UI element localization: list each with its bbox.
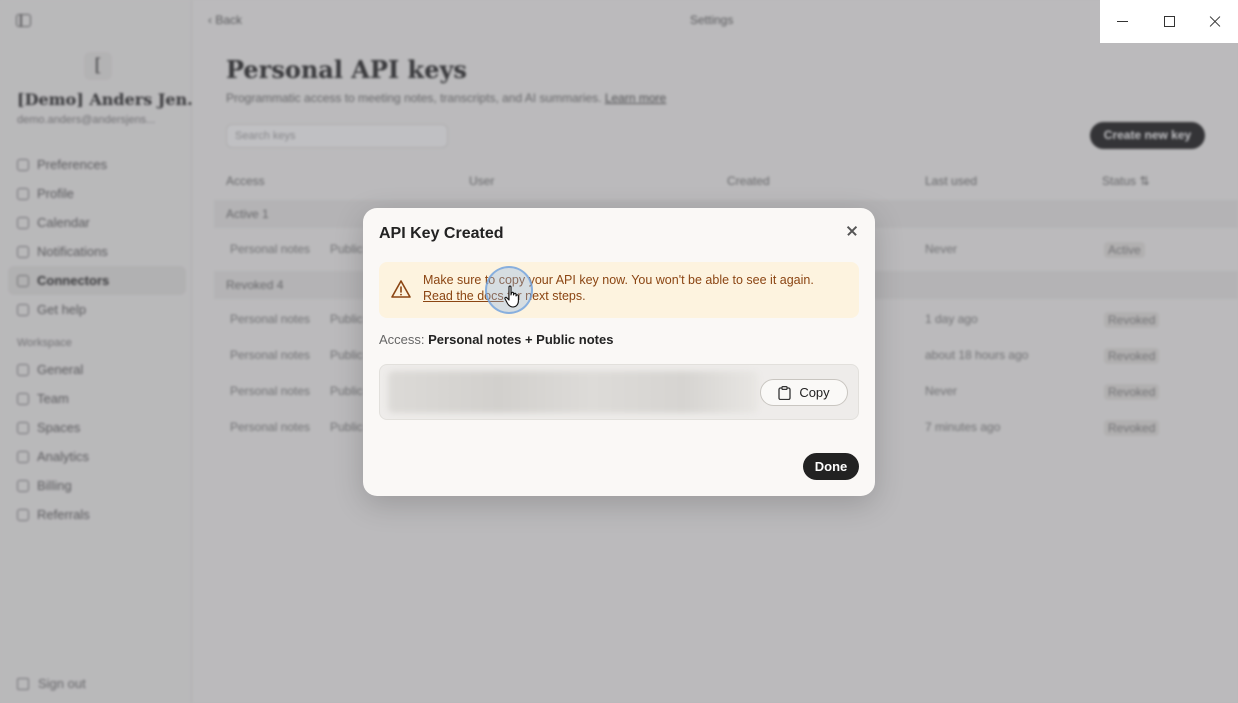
window-controls (1100, 0, 1238, 43)
warning-icon (391, 280, 411, 298)
clipboard-icon (778, 385, 791, 400)
maximize-icon[interactable] (1146, 0, 1192, 43)
copy-label: Copy (799, 385, 830, 400)
warning-banner: Make sure to copy your API key now. You … (379, 262, 859, 318)
minimize-icon[interactable] (1100, 0, 1146, 43)
hand-pointer-icon (504, 285, 519, 308)
close-icon[interactable] (843, 222, 861, 240)
access-label: Access: (379, 332, 425, 347)
done-button[interactable]: Done (803, 453, 859, 480)
copy-button[interactable]: Copy (760, 379, 848, 406)
warning-message: Make sure to copy your API key now. You … (423, 273, 814, 287)
warning-text: Make sure to copy your API key now. You … (423, 272, 814, 304)
api-key-field[interactable]: Copy (379, 364, 859, 420)
access-info: Access: Personal notes + Public notes (379, 332, 613, 347)
api-key-created-dialog: API Key Created Make sure to copy your A… (363, 208, 875, 496)
api-key-value-redacted (388, 371, 758, 413)
dialog-title: API Key Created (379, 225, 504, 242)
window-close-icon[interactable] (1192, 0, 1238, 43)
access-value: Personal notes + Public notes (428, 332, 614, 347)
